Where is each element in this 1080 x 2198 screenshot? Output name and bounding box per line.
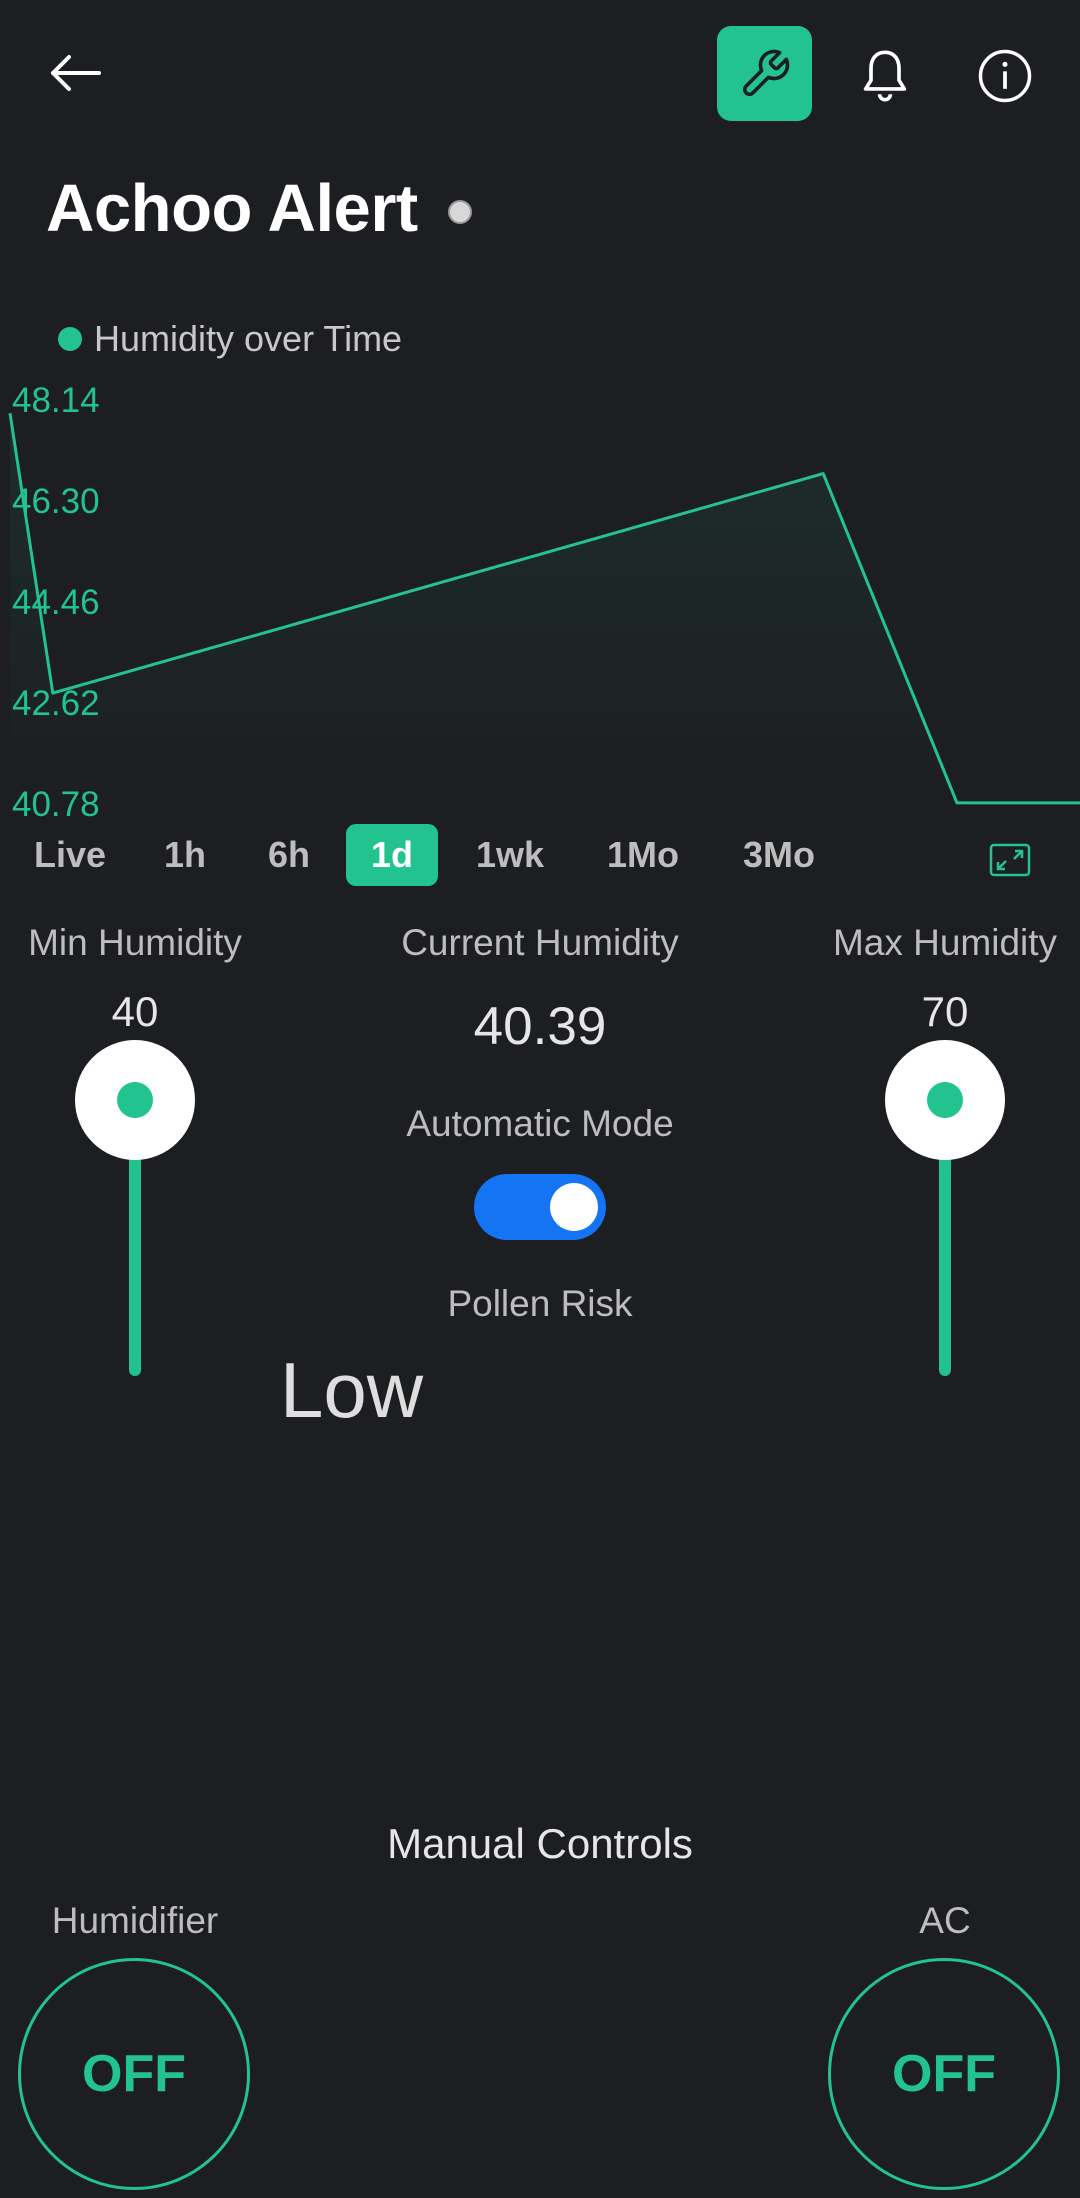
min-humidity-label: Min Humidity	[28, 922, 242, 963]
pollen-risk-value: Low	[280, 1346, 424, 1434]
expand-chart-button[interactable]	[985, 840, 1035, 880]
legend-label: Humidity over Time	[94, 318, 403, 359]
max-humidity-label: Max Humidity	[832, 922, 1058, 963]
y-tick-label: 48.14	[12, 381, 100, 420]
min-humidity-slider-track[interactable]	[129, 1150, 141, 1376]
wrench-icon	[742, 49, 789, 96]
range-6h[interactable]: 6h	[250, 824, 328, 886]
humidifier-toggle-button[interactable]: OFF	[18, 1958, 250, 2190]
current-humidity-label: Current Humidity	[401, 922, 679, 963]
range-3mo[interactable]: 3Mo	[720, 824, 838, 886]
manual-controls-title: Manual Controls	[387, 1820, 693, 1867]
page-title: Achoo Alert	[46, 171, 418, 246]
current-humidity-value: 40.39	[473, 997, 607, 1056]
tools-button[interactable]	[717, 26, 812, 121]
max-humidity-value: 70	[921, 988, 969, 1035]
info-icon	[978, 49, 1032, 103]
time-range-selector: Live 1h 6h 1d 1wk 1Mo 3Mo	[0, 824, 1080, 888]
back-button[interactable]	[38, 36, 112, 110]
chart-legend: Humidity over Time	[58, 318, 402, 360]
humidifier-state: OFF	[82, 2045, 186, 2103]
notifications-button[interactable]	[845, 36, 925, 116]
range-1wk[interactable]: 1wk	[460, 824, 560, 886]
humidity-chart[interactable]: 48.1446.3044.4642.6240.78	[0, 370, 1080, 820]
humidifier-label: Humidifier	[51, 1900, 219, 1941]
automatic-mode-label: Automatic Mode	[406, 1103, 674, 1144]
range-live[interactable]: Live	[22, 824, 118, 886]
info-button[interactable]	[965, 36, 1045, 116]
automatic-mode-toggle[interactable]	[474, 1174, 606, 1240]
max-humidity-slider-knob[interactable]	[885, 1040, 1005, 1160]
max-humidity-slider-track[interactable]	[939, 1150, 951, 1376]
range-1mo[interactable]: 1Mo	[588, 824, 698, 886]
expand-icon	[989, 843, 1031, 877]
status-indicator	[448, 200, 472, 224]
arrow-left-icon	[51, 55, 101, 91]
ac-toggle-button[interactable]: OFF	[828, 1958, 1060, 2190]
ac-state: OFF	[892, 2045, 996, 2103]
bell-icon	[863, 50, 907, 102]
pollen-risk-label: Pollen Risk	[447, 1283, 633, 1324]
min-humidity-slider-knob[interactable]	[75, 1040, 195, 1160]
chart-area	[10, 413, 1080, 804]
range-1h[interactable]: 1h	[146, 824, 224, 886]
min-humidity-value: 40	[111, 988, 159, 1035]
ac-label: AC	[919, 1900, 971, 1941]
legend-dot	[58, 327, 82, 351]
range-1d[interactable]: 1d	[346, 824, 438, 886]
